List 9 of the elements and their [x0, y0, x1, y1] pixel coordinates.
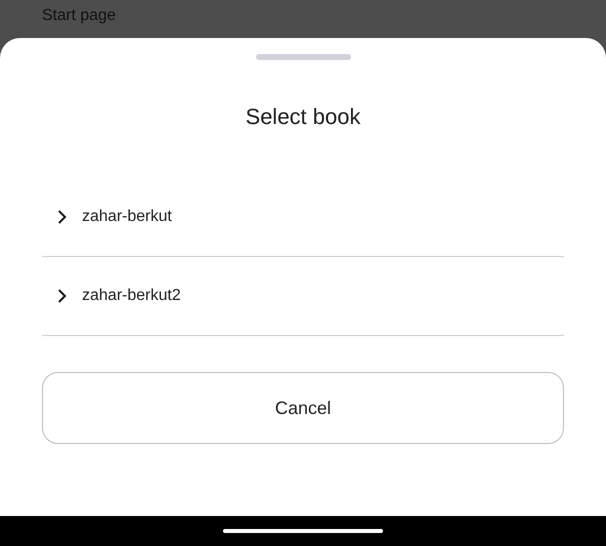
book-item[interactable]: zahar-berkut: [42, 178, 564, 257]
cancel-button[interactable]: Cancel: [42, 372, 564, 444]
chevron-right-icon: [56, 209, 68, 225]
home-indicator[interactable]: [223, 529, 383, 533]
drag-handle[interactable]: [256, 54, 350, 60]
book-item[interactable]: zahar-berkut2: [42, 257, 564, 336]
sheet-title: Select book: [246, 103, 360, 131]
chevron-right-icon: [56, 288, 68, 304]
page-title: Start page: [42, 7, 116, 24]
